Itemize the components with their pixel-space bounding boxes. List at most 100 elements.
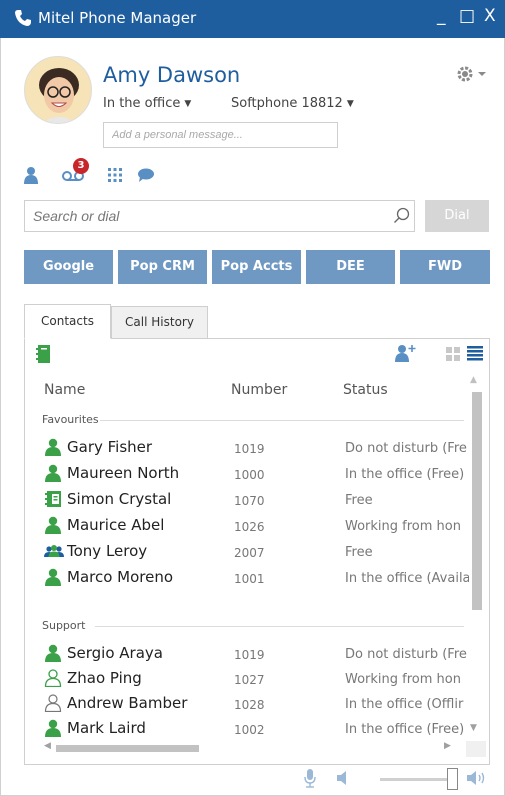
contact-status: Working from hon bbox=[345, 672, 461, 687]
scroll-down-arrow-icon[interactable]: ▼ bbox=[470, 723, 477, 733]
contact-name: Sergio Araya bbox=[67, 644, 163, 662]
contact-number: 1019 bbox=[234, 648, 265, 662]
group-icon bbox=[44, 545, 64, 557]
address-book-icon[interactable] bbox=[36, 345, 50, 363]
speed-button-pop-accts[interactable]: Pop Accts bbox=[212, 250, 301, 284]
contact-number: 1070 bbox=[234, 494, 265, 508]
close-button[interactable]: X bbox=[484, 6, 496, 26]
person-green-icon bbox=[45, 644, 61, 662]
contact-name: Maurice Abel bbox=[67, 516, 165, 534]
contact-status: In the office (Offlir bbox=[345, 697, 464, 712]
window-title: Mitel Phone Manager bbox=[38, 9, 197, 27]
scrollbar-corner bbox=[466, 741, 486, 757]
contact-row[interactable]: Mark Laird 1002 In the office (Free) bbox=[44, 717, 469, 741]
column-header-status[interactable]: Status bbox=[343, 382, 388, 398]
personal-message-input[interactable] bbox=[103, 122, 338, 148]
contact-row[interactable]: Zhao Ping 1027 Working from hon bbox=[44, 667, 469, 691]
contact-status: In the office (Availa bbox=[345, 571, 469, 586]
presence-label: In the office bbox=[103, 96, 181, 111]
contact-row[interactable]: Maureen North 1000 In the office (Free) bbox=[44, 462, 469, 486]
speaker-icon[interactable] bbox=[336, 771, 352, 785]
contact-number: 1027 bbox=[234, 673, 265, 687]
search-icon[interactable] bbox=[393, 207, 411, 225]
grid-view-icon[interactable] bbox=[446, 347, 460, 361]
contact-name: Maureen North bbox=[67, 464, 180, 482]
device-dropdown[interactable]: Softphone 18812 ▼ bbox=[231, 96, 354, 111]
contact-row[interactable]: Gary Fisher 1019 Do not disturb (Fre bbox=[44, 436, 469, 460]
contact-number: 1000 bbox=[234, 468, 265, 482]
speed-button-google[interactable]: Google bbox=[24, 250, 113, 284]
contact-name: Andrew Bamber bbox=[67, 694, 188, 712]
chevron-down-icon: ▼ bbox=[184, 99, 192, 109]
column-header-number[interactable]: Number bbox=[231, 382, 287, 398]
scroll-left-arrow-icon[interactable]: ◀ bbox=[44, 741, 51, 751]
contact-status: Do not disturb (Fre bbox=[345, 647, 467, 662]
speaker-loud-icon[interactable] bbox=[466, 771, 490, 785]
volume-slider-track[interactable] bbox=[380, 778, 456, 781]
person-outline-green-icon bbox=[44, 669, 62, 687]
tab-contacts[interactable]: Contacts bbox=[24, 304, 111, 339]
chevron-down-icon: ▼ bbox=[346, 99, 354, 109]
contact-row[interactable]: Simon Crystal 1070 Free bbox=[44, 488, 469, 512]
list-view-icon[interactable] bbox=[467, 346, 483, 361]
person-green-icon bbox=[45, 464, 61, 482]
microphone-icon[interactable] bbox=[303, 768, 317, 788]
tab-call-history[interactable]: Call History bbox=[111, 306, 208, 339]
chat-bubble-icon[interactable] bbox=[137, 168, 155, 182]
speed-button-dee[interactable]: DEE bbox=[306, 250, 395, 284]
contact-number: 1001 bbox=[234, 572, 265, 586]
person-green-icon bbox=[45, 568, 61, 586]
speed-dial-bar: Google Pop CRM Pop Accts DEE FWD bbox=[24, 250, 490, 284]
contact-status: Working from hon bbox=[345, 519, 461, 534]
speed-button-fwd[interactable]: FWD bbox=[400, 250, 490, 284]
contact-status: In the office (Free) bbox=[345, 467, 465, 482]
contact-status: In the office (Free) bbox=[345, 722, 465, 737]
column-header-name[interactable]: Name bbox=[44, 382, 85, 398]
contact-name: Marco Moreno bbox=[67, 568, 174, 586]
settings-gear-icon[interactable] bbox=[455, 64, 495, 84]
add-contact-icon[interactable] bbox=[395, 344, 417, 362]
contact-number: 1028 bbox=[234, 698, 265, 712]
contact-number: 1002 bbox=[234, 723, 265, 737]
contact-row[interactable]: Marco Moreno 1001 In the office (Availa bbox=[44, 566, 469, 590]
contact-row[interactable]: Sergio Araya 1019 Do not disturb (Fre bbox=[44, 642, 469, 666]
scroll-right-arrow-icon[interactable]: ▶ bbox=[444, 741, 451, 751]
speed-button-pop-crm[interactable]: Pop CRM bbox=[118, 250, 207, 284]
contact-number: 2007 bbox=[234, 546, 265, 560]
group-header-favourites[interactable]: Favourites bbox=[42, 413, 99, 426]
contact-name: Mark Laird bbox=[67, 719, 146, 737]
contact-status: Do not disturb (Fre bbox=[345, 441, 467, 456]
volume-slider-thumb[interactable] bbox=[447, 768, 458, 790]
contact-name: Simon Crystal bbox=[67, 490, 172, 508]
contact-person-icon[interactable] bbox=[24, 166, 38, 184]
dialpad-icon[interactable] bbox=[108, 168, 122, 182]
contact-row[interactable]: Maurice Abel 1026 Working from hon bbox=[44, 514, 469, 538]
contact-row[interactable]: Tony Leroy 2007 Free bbox=[44, 540, 469, 564]
scroll-up-arrow-icon[interactable]: ▲ bbox=[470, 375, 477, 385]
contact-name: Zhao Ping bbox=[67, 669, 142, 687]
search-input[interactable] bbox=[24, 200, 415, 232]
minimize-button[interactable]: _ bbox=[437, 6, 446, 26]
dial-button[interactable]: Dial bbox=[425, 200, 489, 232]
person-outline-gray-icon bbox=[44, 694, 62, 712]
user-name: Amy Dawson bbox=[103, 63, 241, 87]
contact-status: Free bbox=[345, 493, 373, 508]
title-bar: Mitel Phone Manager _ □ X bbox=[0, 0, 505, 38]
contact-status: Free bbox=[345, 545, 373, 560]
device-label: Softphone 18812 bbox=[231, 96, 343, 111]
phone-book-icon bbox=[45, 491, 61, 507]
person-green-icon bbox=[45, 516, 61, 534]
voicemail-count-badge: 3 bbox=[73, 158, 89, 174]
contact-row[interactable]: Andrew Bamber 1028 In the office (Offlir bbox=[44, 692, 469, 716]
maximize-button[interactable]: □ bbox=[459, 6, 475, 26]
contact-number: 1026 bbox=[234, 520, 265, 534]
presence-dropdown[interactable]: In the office ▼ bbox=[103, 96, 191, 111]
avatar[interactable] bbox=[24, 56, 92, 124]
group-header-support[interactable]: Support bbox=[42, 619, 85, 632]
contact-name: Tony Leroy bbox=[67, 542, 148, 560]
person-green-icon bbox=[45, 438, 61, 456]
phone-icon bbox=[15, 10, 31, 26]
vertical-scrollbar[interactable] bbox=[472, 392, 482, 610]
horizontal-scrollbar[interactable] bbox=[56, 745, 199, 752]
contact-number: 1019 bbox=[234, 442, 265, 456]
